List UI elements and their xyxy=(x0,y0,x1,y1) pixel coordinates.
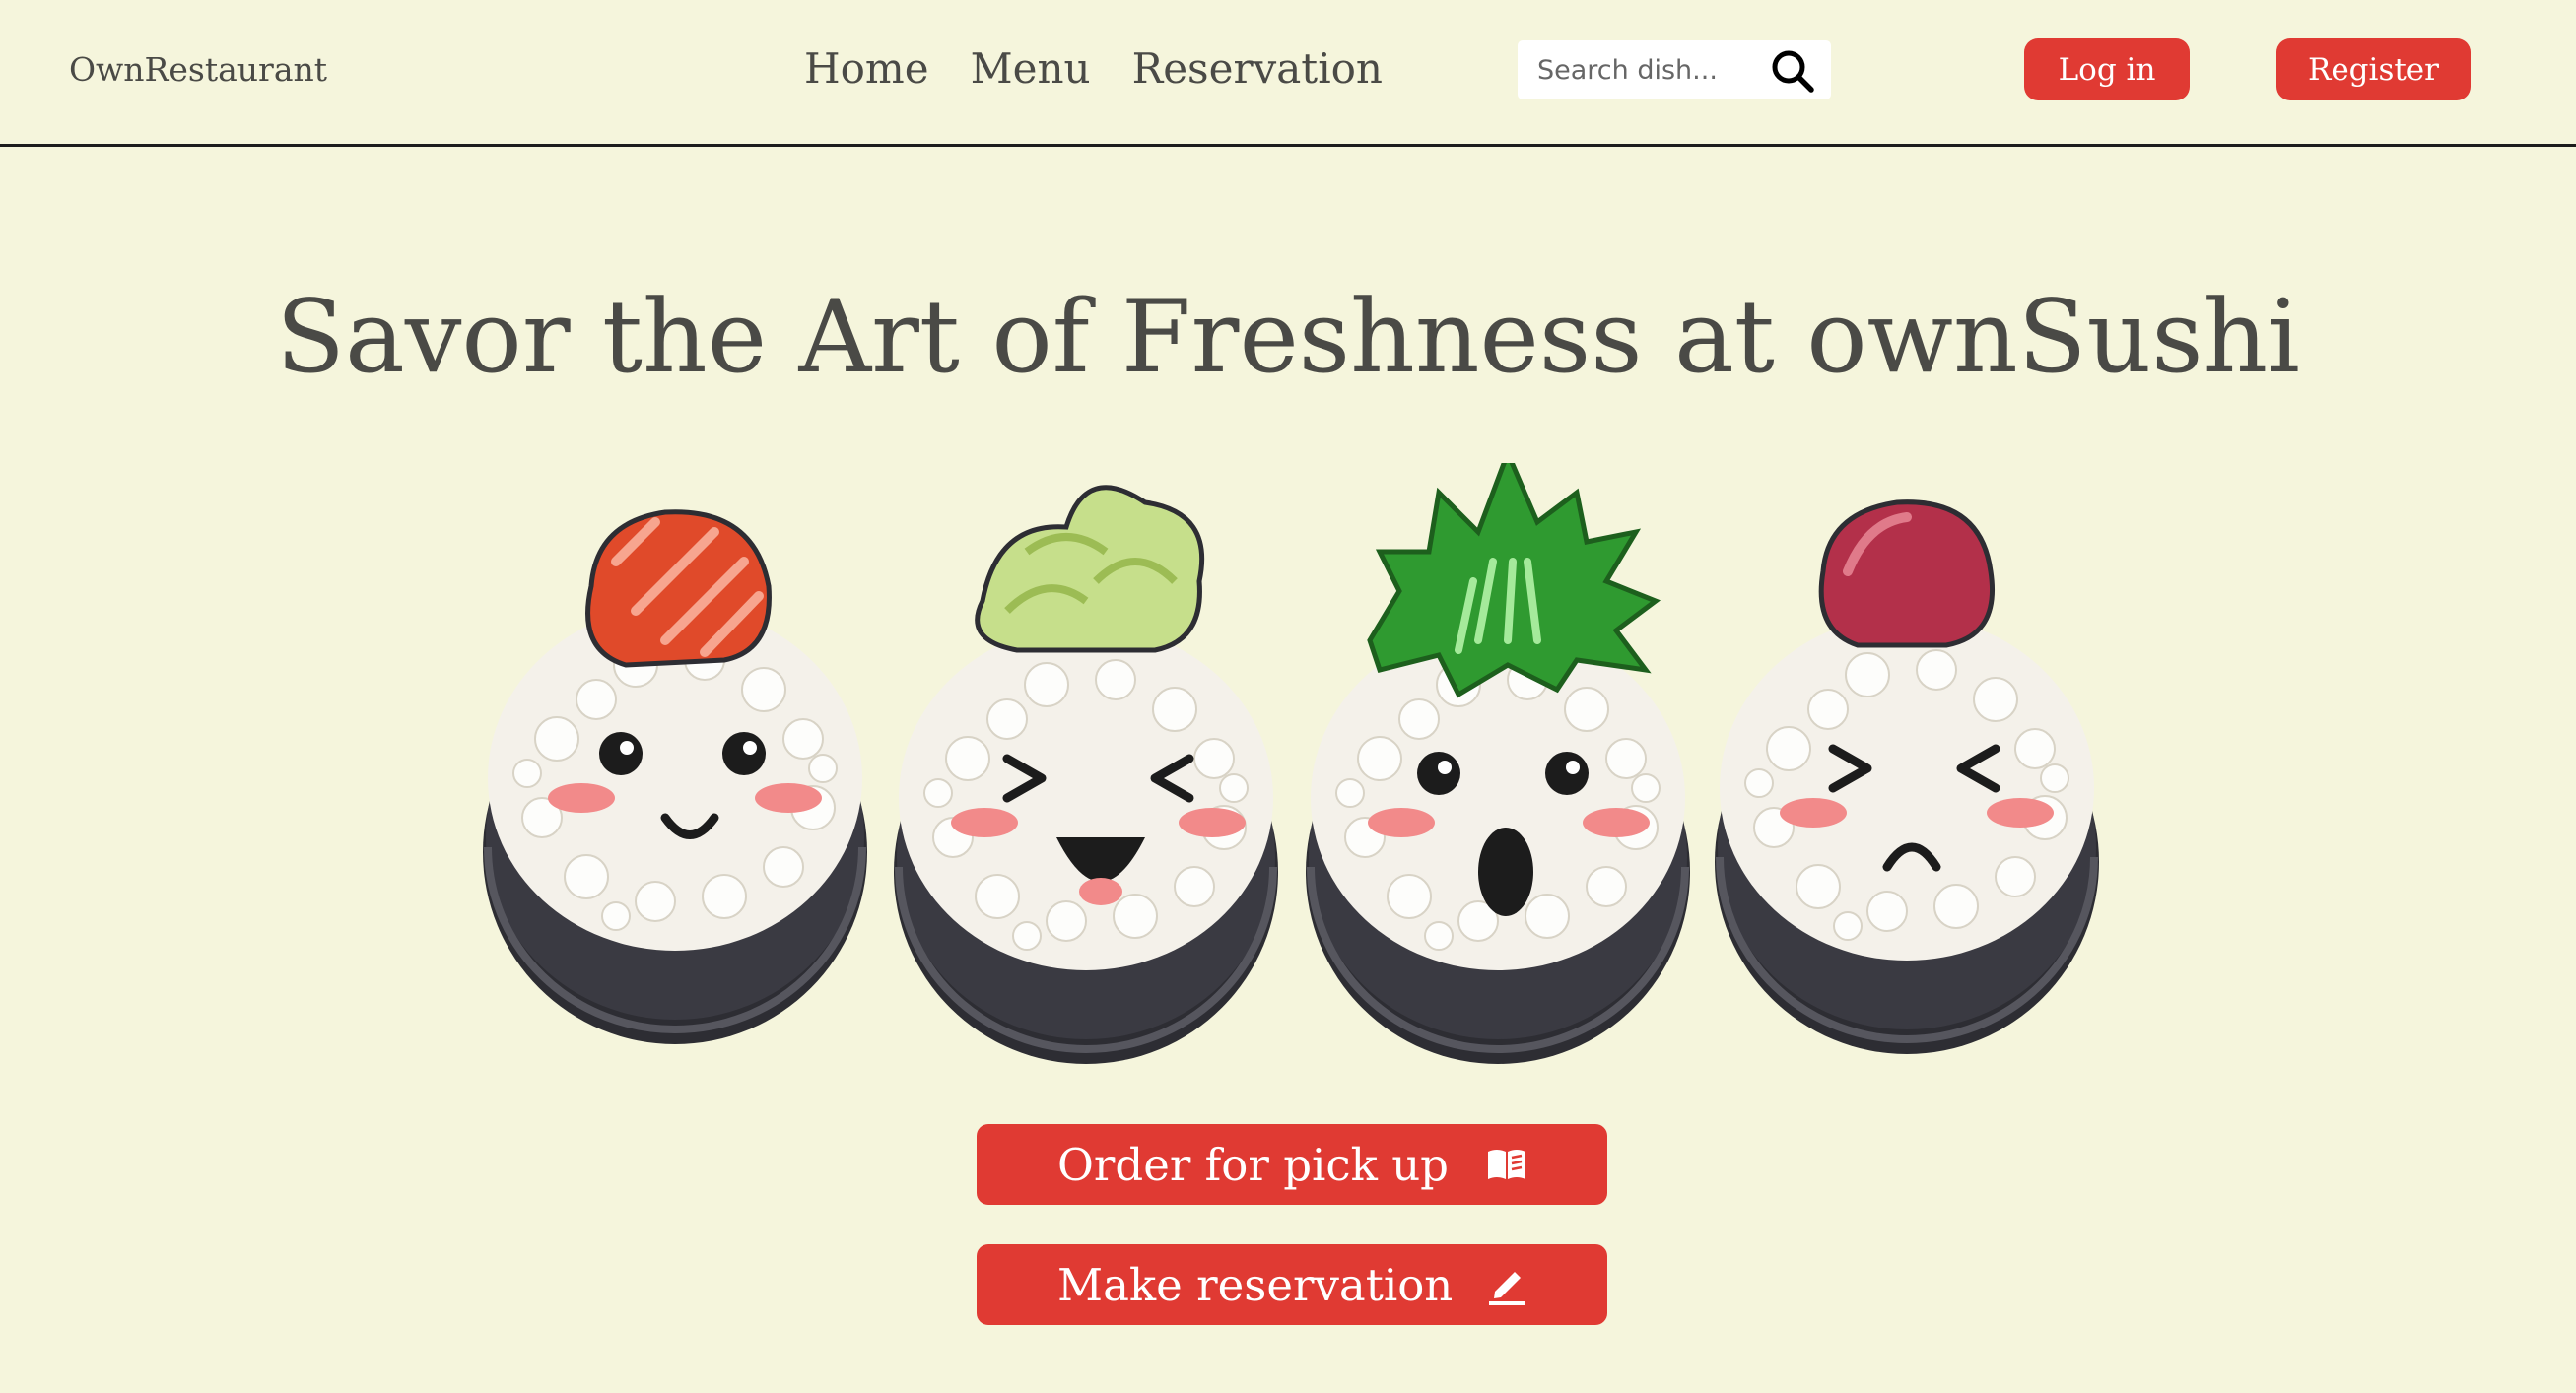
brand-logo[interactable]: OwnRestaurant xyxy=(69,48,327,92)
nav-reservation[interactable]: Reservation xyxy=(1132,39,1383,99)
seaweed-sushi xyxy=(1306,463,1690,1064)
site-header: OwnRestaurant Home Menu Reservation Log … xyxy=(0,0,2576,147)
register-button[interactable]: Register xyxy=(2276,38,2471,100)
main-nav: Home Menu Reservation xyxy=(804,39,1383,99)
tuna-sushi xyxy=(1715,499,2099,1054)
search-box xyxy=(1518,40,1831,100)
search-input[interactable] xyxy=(1535,53,1762,87)
order-pickup-button[interactable]: Order for pick up xyxy=(977,1124,1607,1205)
menu-book-icon xyxy=(1488,1150,1525,1179)
edit-pencil-icon xyxy=(1489,1272,1525,1305)
order-pickup-label: Order for pick up xyxy=(1057,1138,1449,1191)
hero-title: Savor the Art of Freshness at ownSushi xyxy=(276,279,2300,396)
make-reservation-button[interactable]: Make reservation xyxy=(977,1244,1607,1325)
login-button[interactable]: Log in xyxy=(2024,38,2190,100)
salmon-sushi xyxy=(483,509,867,1044)
sushi-illustration xyxy=(463,463,2119,1074)
nav-home[interactable]: Home xyxy=(804,39,929,99)
cucumber-sushi xyxy=(894,485,1278,1064)
search-icon[interactable] xyxy=(1768,46,1817,96)
make-reservation-label: Make reservation xyxy=(1057,1258,1454,1311)
nav-menu[interactable]: Menu xyxy=(971,39,1091,99)
